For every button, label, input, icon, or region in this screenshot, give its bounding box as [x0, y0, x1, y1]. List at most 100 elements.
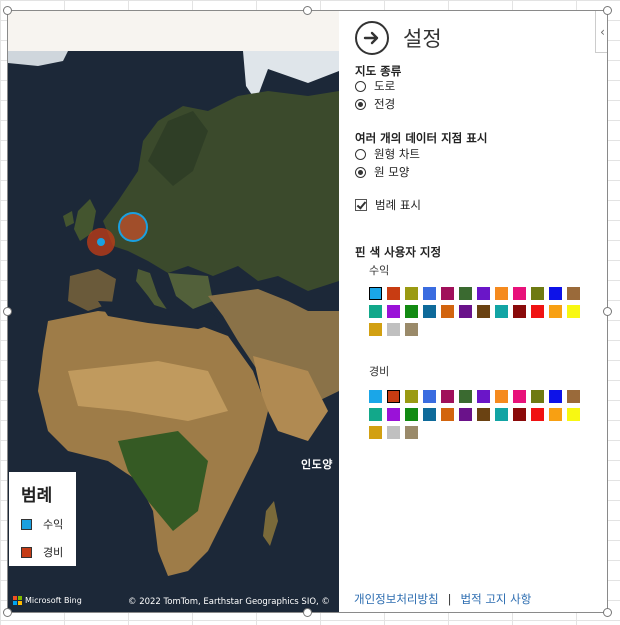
color-swatch[interactable]: [387, 305, 400, 318]
color-swatch[interactable]: [459, 408, 472, 421]
microsoft-logo-icon: [13, 596, 22, 605]
color-swatch[interactable]: [441, 408, 454, 421]
radio-aerial-label: 전경: [374, 97, 396, 111]
color-swatch[interactable]: [369, 390, 382, 403]
color-swatch[interactable]: [495, 390, 508, 403]
color-swatch[interactable]: [369, 426, 382, 439]
radio-road[interactable]: [355, 80, 366, 92]
legend-label-expense: 경비: [43, 546, 64, 559]
show-legend-label: 범례 표시: [375, 198, 421, 212]
color-swatch[interactable]: [513, 408, 526, 421]
color-swatch[interactable]: [531, 287, 544, 300]
color-swatch[interactable]: [513, 305, 526, 318]
color-swatch[interactable]: [441, 390, 454, 403]
show-legend-option[interactable]: 범례 표시: [355, 197, 421, 213]
resize-handle-top-left[interactable]: [3, 6, 12, 15]
color-swatch[interactable]: [387, 408, 400, 421]
resize-handle-bottom[interactable]: [303, 608, 312, 617]
color-swatch[interactable]: [477, 305, 490, 318]
map-addin-frame[interactable]: 인도양 범례 수익 경비 Microsoft Bing © 2022 TomTo…: [7, 10, 608, 613]
back-button[interactable]: [355, 21, 389, 55]
resize-handle-bottom-right[interactable]: [603, 608, 612, 617]
collapse-panel-button[interactable]: ‹: [595, 11, 607, 53]
color-swatch[interactable]: [495, 305, 508, 318]
resize-handle-right[interactable]: [603, 307, 612, 316]
footer-links: 개인정보처리방침 | 법적 고지 사항: [354, 591, 531, 607]
color-swatch[interactable]: [387, 426, 400, 439]
radio-road-label: 도로: [374, 79, 396, 93]
color-swatch[interactable]: [405, 426, 418, 439]
expense-series-label: 경비: [369, 365, 390, 378]
color-swatch[interactable]: [405, 305, 418, 318]
map-copyright: © 2022 TomTom, Earthstar Geographics SIO…: [128, 597, 330, 607]
panel-title: 설정: [403, 27, 442, 51]
radio-circle[interactable]: [355, 166, 366, 178]
revenue-color-palette: [369, 287, 580, 336]
color-swatch[interactable]: [387, 390, 400, 403]
ocean-label: 인도양: [301, 458, 333, 471]
radio-pie-chart-label: 원형 차트: [374, 147, 420, 161]
color-swatch[interactable]: [531, 390, 544, 403]
map-type-label: 지도 종류: [355, 64, 402, 78]
color-swatch[interactable]: [495, 287, 508, 300]
legend-swatch-expense: [21, 546, 32, 558]
radio-aerial[interactable]: [355, 98, 366, 110]
color-swatch[interactable]: [369, 408, 382, 421]
color-swatch[interactable]: [387, 323, 400, 336]
revenue-series-label: 수익: [369, 264, 390, 277]
color-swatch[interactable]: [423, 305, 436, 318]
map-type-aerial-option[interactable]: 전경: [355, 96, 395, 112]
color-swatch[interactable]: [567, 305, 580, 318]
legend-item-revenue: 수익: [21, 516, 76, 532]
arrow-right-icon: [363, 31, 379, 45]
color-swatch[interactable]: [423, 408, 436, 421]
color-swatch[interactable]: [495, 408, 508, 421]
pin-colors-label: 핀 색 사용자 지정: [355, 245, 442, 259]
color-swatch[interactable]: [441, 287, 454, 300]
show-legend-checkbox[interactable]: [355, 199, 367, 211]
color-swatch[interactable]: [405, 323, 418, 336]
resize-handle-top-right[interactable]: [603, 6, 612, 15]
color-swatch[interactable]: [549, 390, 562, 403]
pie-chart-option[interactable]: 원형 차트: [355, 146, 420, 162]
color-swatch[interactable]: [369, 305, 382, 318]
color-swatch[interactable]: [567, 287, 580, 300]
color-swatch[interactable]: [369, 287, 382, 300]
settings-panel: 설정 ‹ 지도 종류 도로 전경 여러 개의 데이터 지점 표시 원형 차트 원…: [339, 11, 607, 612]
color-swatch[interactable]: [549, 408, 562, 421]
color-swatch[interactable]: [531, 305, 544, 318]
color-swatch[interactable]: [567, 390, 580, 403]
color-swatch[interactable]: [459, 287, 472, 300]
color-swatch[interactable]: [405, 390, 418, 403]
resize-handle-left[interactable]: [3, 307, 12, 316]
privacy-link[interactable]: 개인정보처리방침: [354, 592, 439, 606]
resize-handle-top[interactable]: [303, 6, 312, 15]
color-swatch[interactable]: [477, 408, 490, 421]
color-swatch[interactable]: [513, 390, 526, 403]
color-swatch[interactable]: [387, 287, 400, 300]
color-swatch[interactable]: [423, 390, 436, 403]
circle-option[interactable]: 원 모양: [355, 164, 409, 180]
color-swatch[interactable]: [441, 305, 454, 318]
legend-label-revenue: 수익: [43, 518, 64, 531]
legal-link[interactable]: 법적 고지 사항: [461, 592, 532, 606]
color-swatch[interactable]: [513, 287, 526, 300]
map-view[interactable]: 인도양 범례 수익 경비 Microsoft Bing © 2022 TomTo…: [8, 11, 339, 612]
resize-handle-bottom-left[interactable]: [3, 608, 12, 617]
radio-pie-chart[interactable]: [355, 148, 366, 160]
color-swatch[interactable]: [531, 408, 544, 421]
color-swatch[interactable]: [459, 305, 472, 318]
footer-separator: |: [447, 592, 452, 606]
color-swatch[interactable]: [405, 408, 418, 421]
color-swatch[interactable]: [549, 287, 562, 300]
color-swatch[interactable]: [477, 390, 490, 403]
color-swatch[interactable]: [567, 408, 580, 421]
map-type-road-option[interactable]: 도로: [355, 78, 395, 94]
color-swatch[interactable]: [423, 287, 436, 300]
color-swatch[interactable]: [549, 305, 562, 318]
color-swatch[interactable]: [405, 287, 418, 300]
color-swatch[interactable]: [477, 287, 490, 300]
color-swatch[interactable]: [369, 323, 382, 336]
color-swatch[interactable]: [459, 390, 472, 403]
legend-title: 범례: [21, 486, 53, 506]
